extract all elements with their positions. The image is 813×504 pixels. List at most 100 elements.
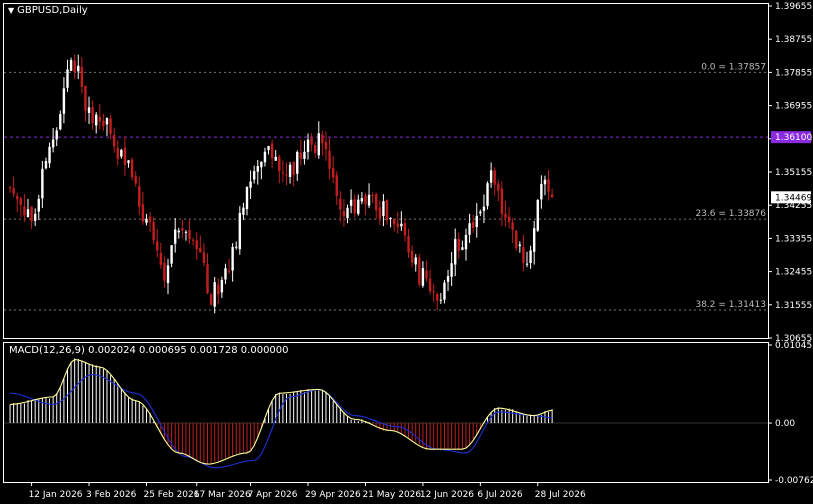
x-tick-label: 17 Mar 2026	[194, 490, 251, 500]
candle-body	[385, 199, 389, 221]
candle-body	[536, 199, 539, 231]
candle-body	[457, 238, 460, 251]
candle-body	[529, 250, 532, 264]
candle-body	[245, 186, 249, 210]
y-tick-label: 1.31555	[775, 301, 812, 311]
candle-body	[87, 107, 91, 113]
bear-candle	[418, 253, 421, 287]
candle-body	[489, 170, 493, 183]
candle-body	[317, 133, 320, 156]
candle-body	[504, 213, 507, 218]
candle-body	[220, 279, 224, 293]
candle-body	[163, 262, 166, 281]
candle-body	[353, 199, 356, 214]
chart-background	[0, 0, 813, 504]
candle-body	[285, 174, 288, 176]
candle-body	[425, 270, 428, 279]
candle-body	[263, 151, 267, 163]
candle-body	[256, 166, 259, 172]
candle-body	[105, 118, 109, 125]
candle-body	[12, 188, 15, 194]
candle-body	[227, 270, 231, 272]
candle-body	[288, 164, 292, 178]
x-tick-label: 25 Feb 2026	[143, 490, 199, 500]
symbol-header: ▼ GBPUSD,Daily	[8, 5, 88, 16]
candle-body	[199, 248, 202, 253]
bull-candle	[486, 181, 489, 210]
candle-body	[375, 194, 378, 211]
candle-body	[421, 268, 425, 286]
current-price-label: 1.34469	[775, 193, 812, 203]
candle-body	[274, 156, 277, 161]
candle-body	[188, 229, 191, 240]
fib-level-label: 0.0 = 1.37857	[701, 62, 766, 72]
candle-body	[346, 207, 349, 219]
y-tick-label: 1.39655	[775, 2, 812, 12]
candle-body	[159, 252, 163, 265]
candle-body	[8, 187, 12, 189]
candle-body	[130, 159, 134, 178]
candle-body	[177, 230, 180, 233]
candle-body	[432, 291, 435, 293]
y-tick-label: 1.37855	[775, 68, 812, 78]
candle-body	[532, 228, 536, 252]
candle-body	[26, 209, 30, 217]
candle-body	[116, 148, 119, 159]
y-tick-label: 1.38755	[775, 35, 812, 45]
candle-body	[33, 213, 37, 221]
bull-candle	[238, 206, 242, 255]
candle-body	[127, 160, 130, 163]
candle-body	[475, 215, 478, 227]
candle-body	[148, 216, 152, 222]
candle-body	[270, 143, 274, 159]
candle-body	[450, 263, 453, 277]
candle-body	[328, 150, 331, 169]
x-tick-label: 3 Feb 2026	[86, 490, 137, 500]
macd-header: MACD(12,26,9) 0.002024 0.000695 0.001728…	[9, 345, 289, 356]
candle-body	[464, 234, 468, 250]
candle-body	[550, 194, 554, 198]
candle-body	[540, 183, 543, 200]
candle-body	[335, 175, 338, 197]
candle-body	[418, 257, 421, 285]
candle-body	[109, 118, 112, 134]
candle-body	[486, 183, 489, 206]
candle-body	[84, 85, 87, 111]
macd-label: MACD(12,26,9) 0.002024 0.000695 0.001728…	[9, 345, 289, 356]
candle-body	[339, 198, 342, 210]
candle-body	[242, 207, 245, 215]
y-tick-label: 1.32455	[775, 268, 812, 278]
bear-candle	[209, 292, 213, 306]
candle-body	[479, 211, 482, 214]
candle-body	[48, 146, 51, 164]
x-tick-label: 12 Jun 2026	[420, 490, 474, 500]
candle-body	[134, 176, 137, 184]
candle-body	[321, 134, 324, 144]
candle-body	[493, 170, 496, 185]
candle-body	[439, 299, 443, 301]
candle-body	[500, 188, 504, 214]
candle-body	[77, 65, 80, 72]
bear-candle	[515, 229, 518, 251]
candle-body	[252, 171, 256, 180]
candle-body	[543, 179, 547, 185]
candle-body	[166, 265, 170, 284]
candle-body	[396, 223, 399, 228]
candle-body	[454, 239, 457, 265]
candle-body	[267, 146, 270, 151]
candle-body	[299, 152, 303, 159]
candle-body	[206, 263, 209, 294]
candle-body	[303, 151, 306, 160]
chart-canvas: 0.0 = 1.37857 23.6 = 1.33876 38.2 = 1.3141…	[0, 0, 813, 504]
candle-body	[231, 246, 234, 271]
candle-body	[331, 168, 335, 178]
candle-body	[91, 107, 94, 123]
candle-body	[191, 239, 195, 241]
candle-body	[461, 247, 464, 250]
candle-body	[525, 263, 529, 265]
candle-body	[173, 229, 177, 244]
candle-body	[19, 198, 23, 205]
candle-body	[389, 218, 392, 220]
fib-level-label: 23.6 = 1.33876	[695, 209, 766, 219]
candle-body	[278, 156, 281, 172]
